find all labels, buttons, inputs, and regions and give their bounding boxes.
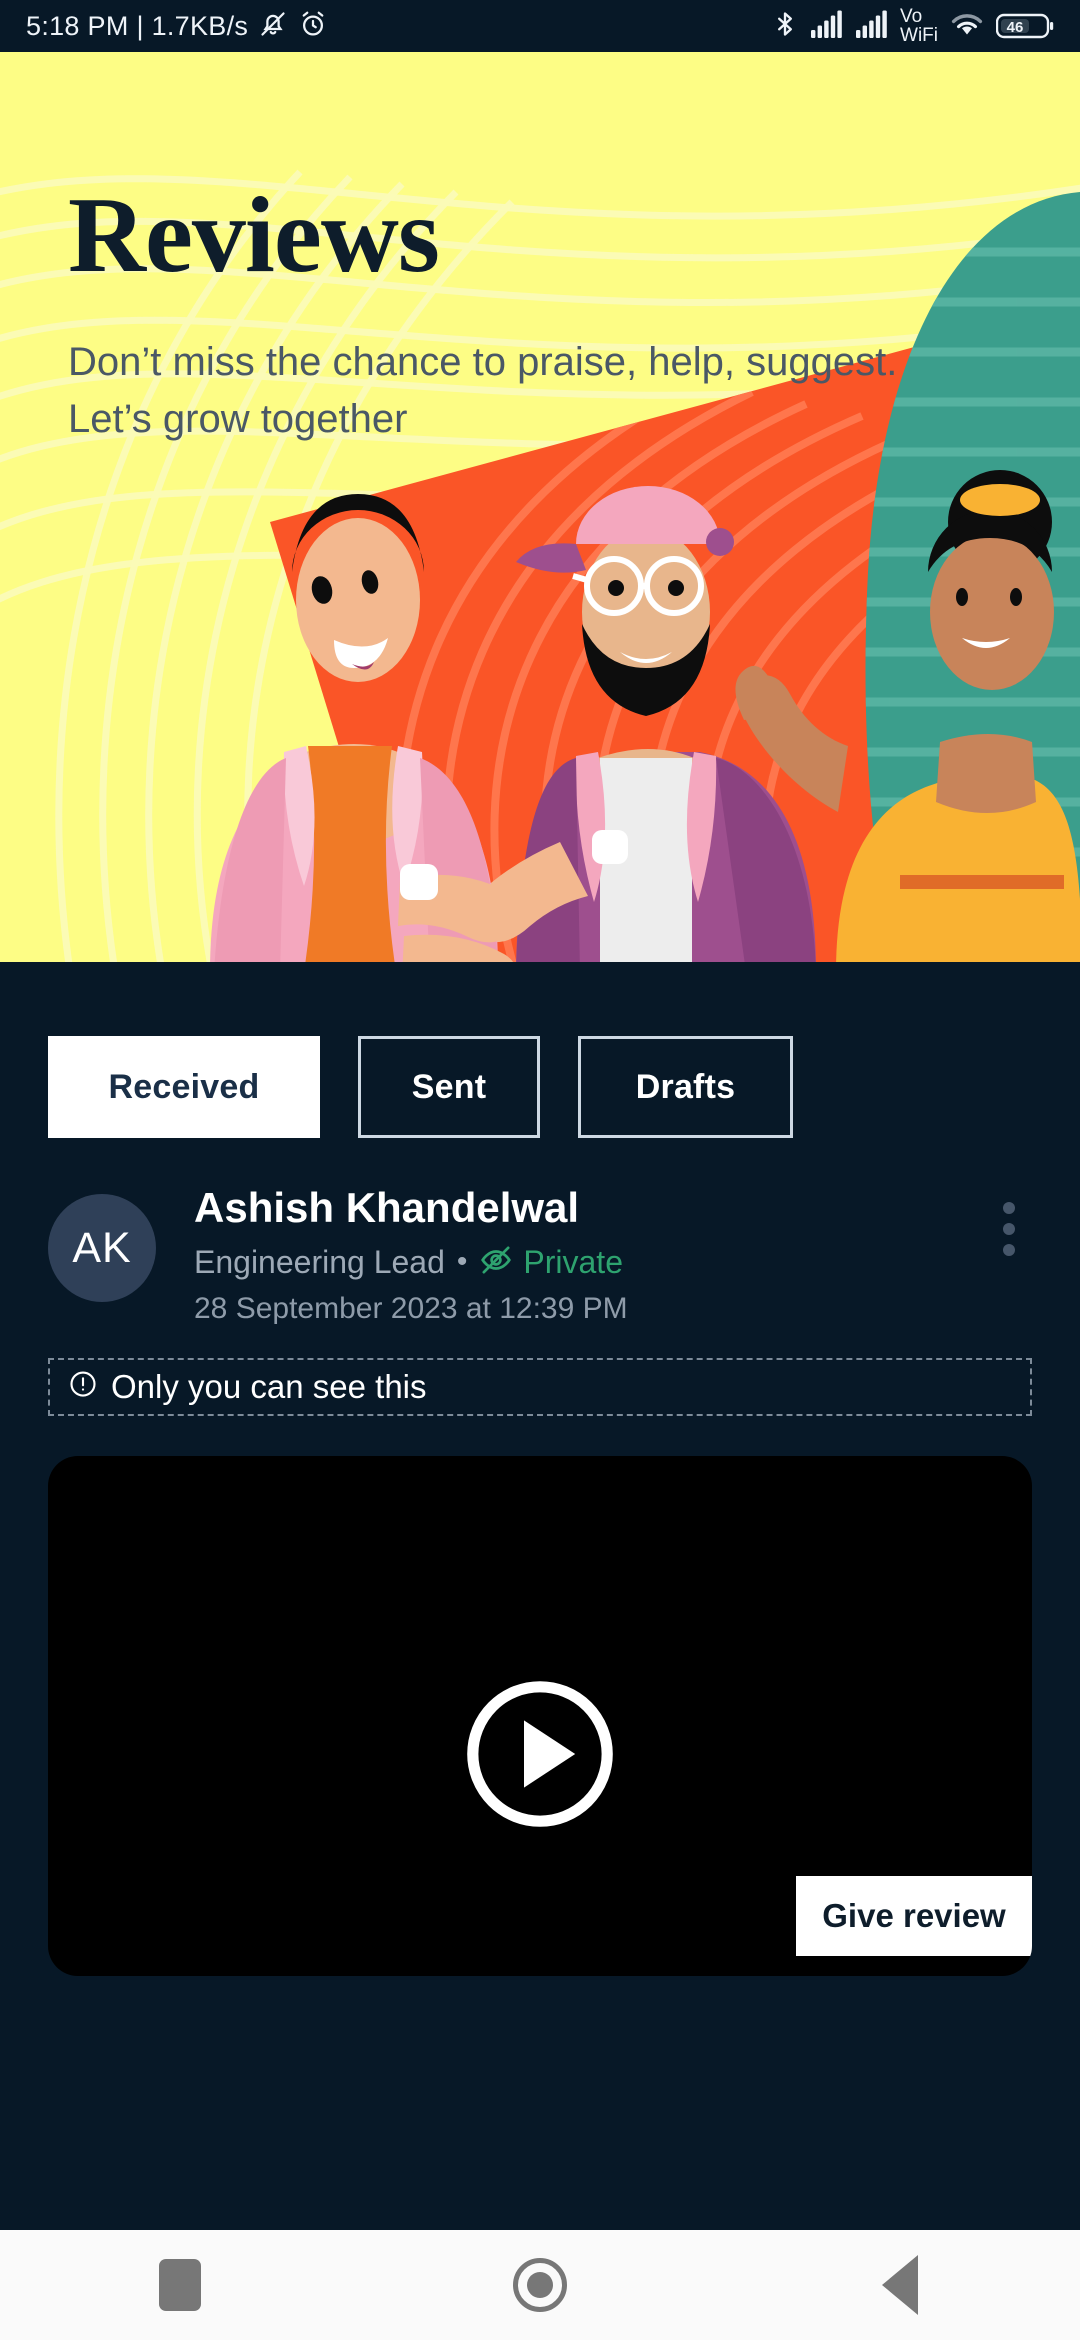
- avatar: AK: [48, 1194, 156, 1302]
- review-card: AK Ashish Khandelwal Engineering Lead • …: [0, 1180, 1080, 1976]
- recents-square-icon: [159, 2259, 201, 2311]
- separator-dot: •: [456, 1245, 468, 1278]
- privacy-notice-label: Only you can see this: [111, 1367, 427, 1405]
- status-time-and-datarate: 5:18 PM | 1.7KB/s: [26, 10, 249, 41]
- hero-text-block: Reviews Don’t miss the chance to praise,…: [68, 182, 968, 448]
- tab-received[interactable]: Received: [48, 1036, 320, 1138]
- alarm-icon: [298, 9, 328, 44]
- privacy-notice: Only you can see this: [48, 1357, 1032, 1416]
- status-bar: 5:18 PM | 1.7KB/s Vo WiFi 46: [0, 0, 1080, 52]
- home-circle-icon: [513, 2258, 567, 2312]
- kebab-dot: [1003, 1202, 1015, 1214]
- review-video[interactable]: Give review: [48, 1455, 1032, 1976]
- status-bar-right: Vo WiFi 46: [771, 7, 1054, 45]
- reviewer-role-row: Engineering Lead • Private: [194, 1243, 1032, 1282]
- wifi-icon: [949, 9, 985, 44]
- page-title: Reviews: [68, 176, 440, 295]
- vowifi-line2: WiFi: [900, 25, 938, 46]
- exclamation-circle-icon: [68, 1369, 98, 1404]
- tab-bar: Received Sent Drafts: [0, 962, 1080, 1212]
- visibility-badge: Private: [479, 1243, 623, 1282]
- back-button[interactable]: [840, 2230, 960, 2340]
- kebab-menu-icon[interactable]: [986, 1202, 1032, 1256]
- tab-sent[interactable]: Sent: [358, 1036, 540, 1138]
- vowifi-icon: Vo WiFi: [900, 7, 938, 45]
- silent-vibrate-icon: [258, 9, 288, 44]
- kebab-dot: [1003, 1244, 1015, 1256]
- status-bar-left: 5:18 PM | 1.7KB/s: [26, 9, 328, 44]
- signal-sim2-icon: [855, 9, 889, 44]
- recents-button[interactable]: [120, 2230, 240, 2340]
- reviewer-role: Engineering Lead: [194, 1243, 445, 1280]
- home-circle-inner: [527, 2272, 553, 2298]
- hero-banner: Reviews Don’t miss the chance to praise,…: [0, 52, 1080, 962]
- vowifi-line1: Vo: [900, 6, 923, 27]
- tab-drafts[interactable]: Drafts: [578, 1036, 793, 1138]
- system-navigation-bar: [0, 2230, 1080, 2340]
- review-date: 28 September 2023 at 12:39 PM: [194, 1291, 628, 1325]
- battery-level-text: 46: [1007, 19, 1024, 36]
- signal-sim1-icon: [810, 9, 844, 44]
- give-review-button[interactable]: Give review: [796, 1875, 1032, 1956]
- play-circle-icon[interactable]: [460, 1674, 620, 1839]
- home-button[interactable]: [480, 2230, 600, 2340]
- review-header: AK Ashish Khandelwal Engineering Lead • …: [0, 1180, 1080, 1326]
- review-meta: Ashish Khandelwal Engineering Lead • Pri…: [194, 1180, 1032, 1326]
- back-triangle-icon: [882, 2255, 918, 2315]
- battery-icon: 46: [996, 11, 1054, 41]
- eye-off-icon: [479, 1243, 513, 1282]
- visibility-label: Private: [523, 1243, 623, 1280]
- reviewer-name: Ashish Khandelwal: [194, 1184, 580, 1231]
- page-subtitle: Don’t miss the chance to praise, help, s…: [68, 340, 898, 441]
- bluetooth-icon: [771, 8, 799, 45]
- kebab-dot: [1003, 1223, 1015, 1235]
